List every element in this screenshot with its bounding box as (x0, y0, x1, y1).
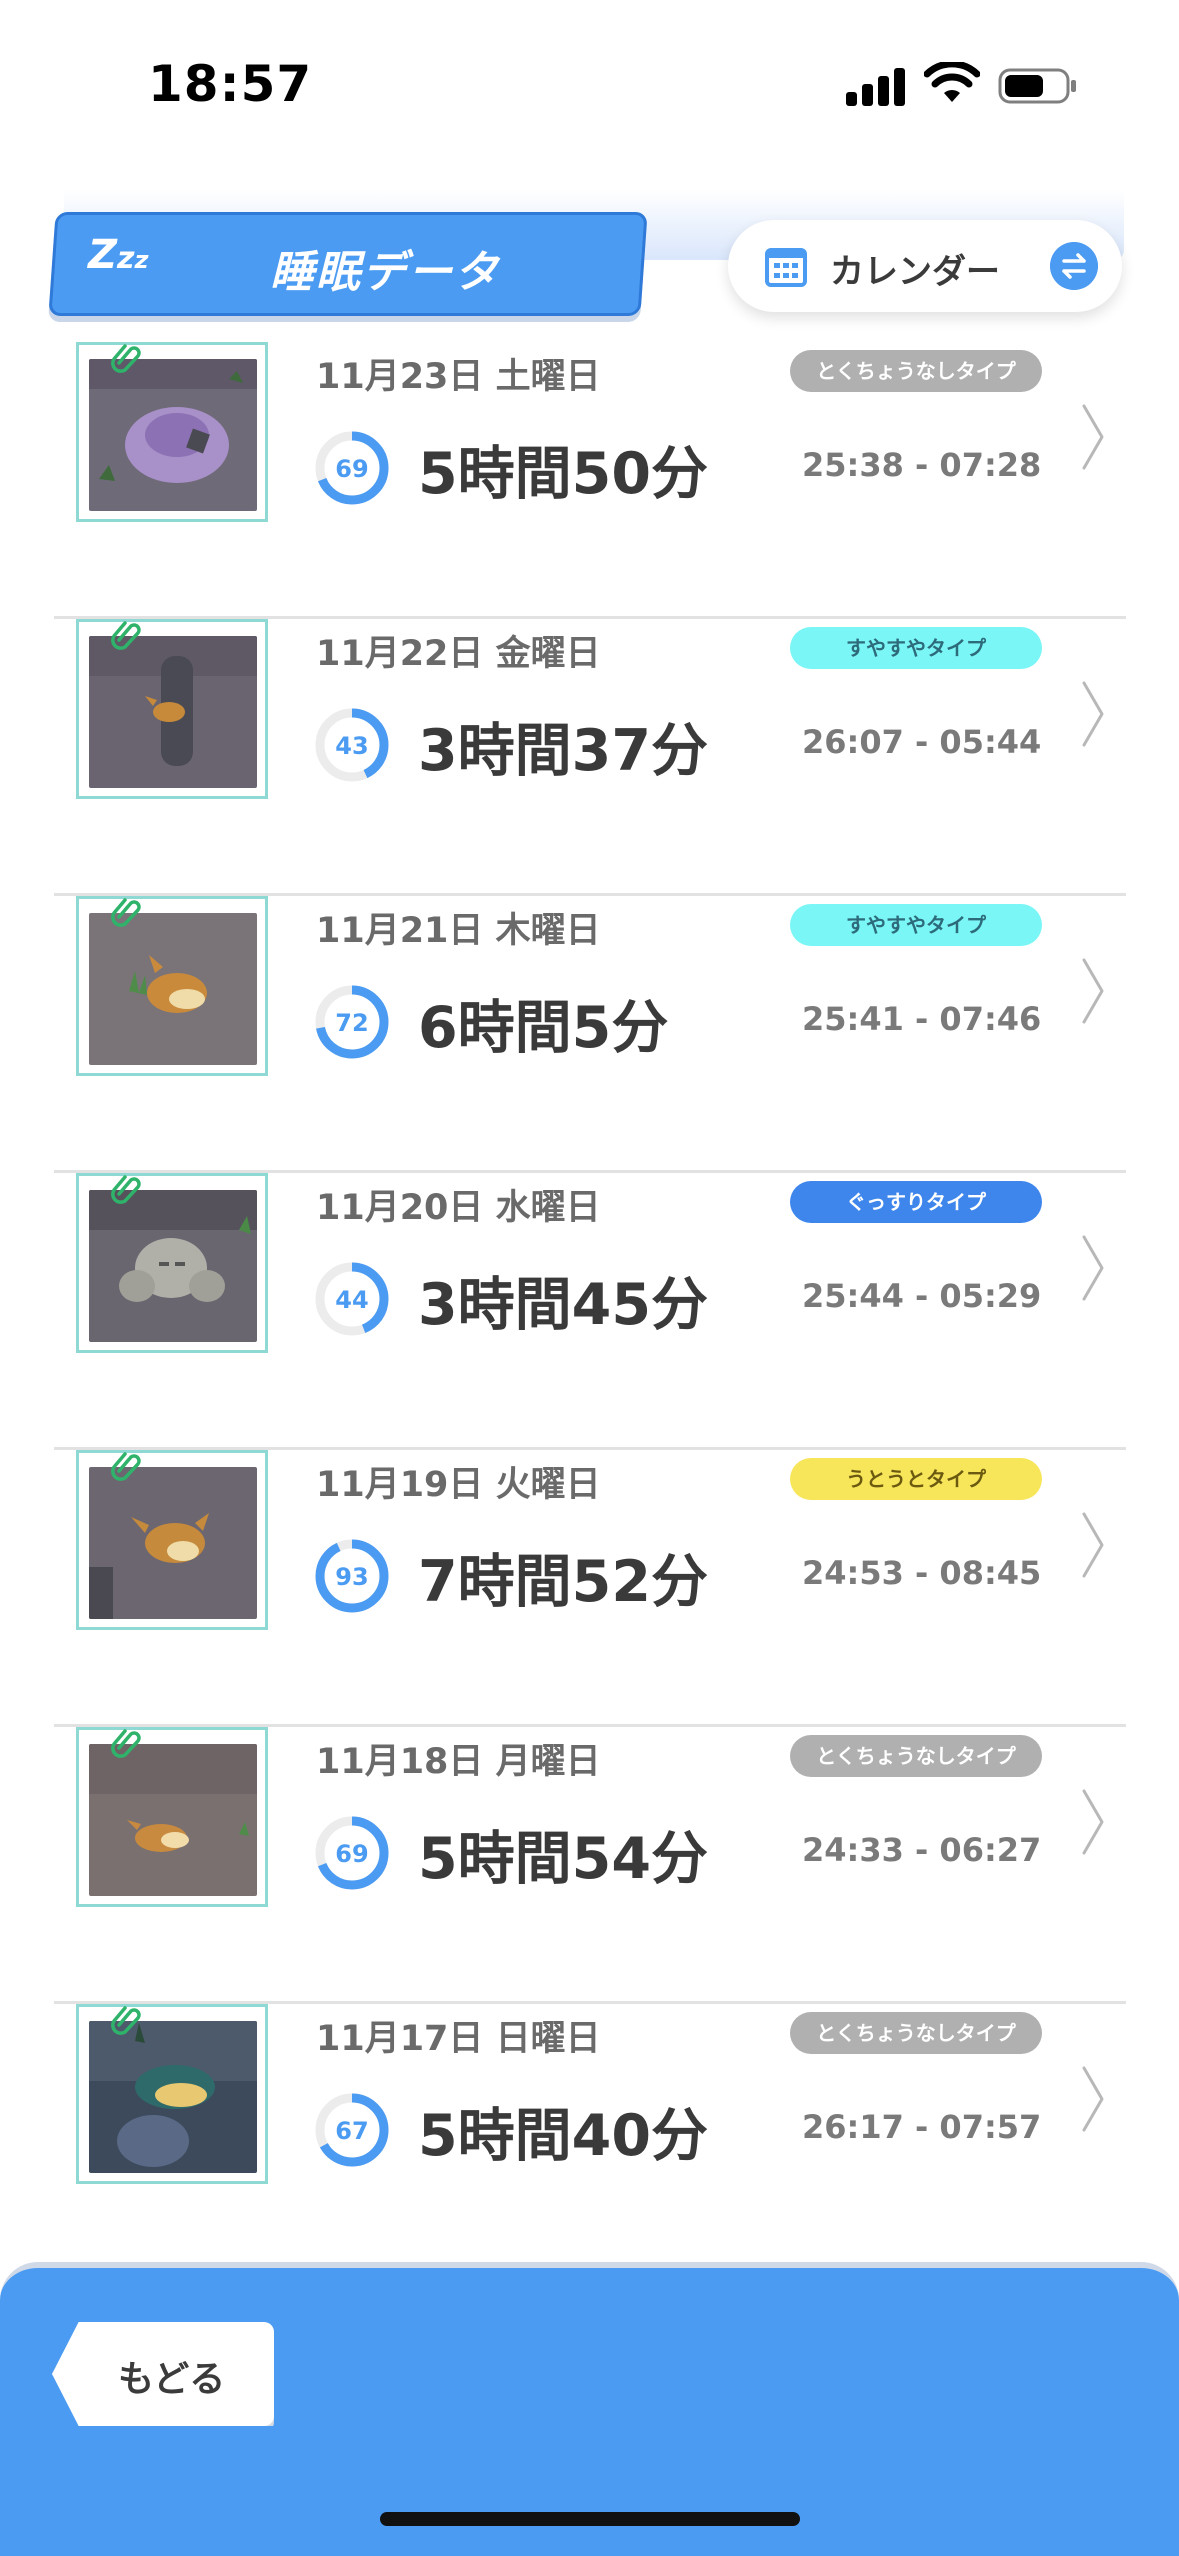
sleep-scene-image (89, 636, 257, 788)
sleep-scene-image (89, 359, 257, 511)
sleep-scene-image (89, 1467, 257, 1619)
battery-icon (998, 68, 1076, 104)
entry-date: 11月17日 日曜日 (316, 2019, 601, 2059)
chevron-right-icon (1082, 1235, 1104, 1301)
paperclip-icon (111, 1175, 141, 1204)
chevron-right-icon (1082, 681, 1104, 747)
sleep-duration: 5時間50分 (418, 441, 708, 507)
sleep-score-ring: 69 (315, 1816, 389, 1890)
sleep-duration: 3時間45分 (418, 1272, 708, 1338)
sleep-scene-image (89, 913, 257, 1065)
status-time: 18:57 (148, 55, 313, 113)
back-button-label: もどる (118, 2359, 226, 2400)
sleep-duration: 5時間54分 (418, 1826, 708, 1892)
sleep-scene-image (89, 2021, 257, 2173)
entry-date: 11月22日 金曜日 (316, 634, 601, 674)
entry-thumbnail (76, 2004, 268, 2184)
sleep-time-range: 25:41 - 07:46 (802, 1000, 1042, 1038)
sleep-score: 43 (335, 732, 368, 760)
sleep-time-range: 25:44 - 05:29 (802, 1277, 1042, 1315)
paperclip-icon (111, 344, 141, 373)
zzz-icon: Zzz (88, 232, 149, 278)
paperclip-icon (111, 2006, 141, 2035)
chevron-right-icon (1082, 404, 1104, 470)
calendar-icon (765, 248, 807, 287)
sleep-time-range: 25:38 - 07:28 (802, 446, 1042, 484)
entry-date: 11月20日 水曜日 (316, 1188, 601, 1228)
signal-icon (846, 66, 906, 106)
sleep-type-badge: ぐっすりタイプ (790, 1181, 1042, 1223)
paperclip-icon (111, 621, 141, 650)
sleep-score-ring: 72 (315, 985, 389, 1059)
entry-thumbnail (76, 1450, 268, 1630)
status-bar: 18:57 (0, 0, 1179, 170)
sleep-type-badge: とくちょうなしタイプ (790, 1735, 1042, 1777)
sleep-time-range: 26:17 - 07:57 (802, 2108, 1042, 2146)
wifi-icon (924, 62, 980, 102)
sleep-score: 69 (335, 455, 368, 483)
sleep-entry-row[interactable]: 11月18日 月曜日 69 5時間54分 とくちょうなしタイプ 24:33 - … (54, 1727, 1126, 2004)
sleep-score: 93 (335, 1563, 368, 1591)
sleep-type-badge: うとうとタイプ (790, 1458, 1042, 1500)
chevron-right-icon (1082, 1789, 1104, 1855)
entry-thumbnail (76, 1727, 268, 1907)
sleep-entry-row[interactable]: 11月20日 水曜日 44 3時間45分 ぐっすりタイプ 25:44 - 05:… (54, 1173, 1126, 1450)
sleep-entry-row[interactable]: 11月17日 日曜日 67 5時間40分 とくちょうなしタイプ 26:17 - … (54, 2004, 1126, 2281)
entry-thumbnail (76, 1173, 268, 1353)
paperclip-icon (111, 1729, 141, 1758)
sleep-scene-image (89, 1744, 257, 1896)
page-title: 睡眠データ (270, 247, 500, 298)
sleep-time-range: 24:53 - 08:45 (802, 1554, 1042, 1592)
entry-thumbnail (76, 342, 268, 522)
sleep-duration: 3時間37分 (418, 718, 708, 784)
sleep-score-ring: 69 (315, 431, 389, 505)
sleep-score-ring: 43 (315, 708, 389, 782)
sleep-type-badge: とくちょうなしタイプ (790, 2012, 1042, 2054)
sleep-duration: 5時間40分 (418, 2103, 708, 2169)
sleep-entry-row[interactable]: 11月22日 金曜日 43 3時間37分 すやすやタイプ 26:07 - 05:… (54, 619, 1126, 896)
paperclip-icon (111, 1452, 141, 1481)
sleep-time-range: 26:07 - 05:44 (802, 723, 1042, 761)
back-button[interactable]: もどる (52, 2322, 274, 2426)
calendar-label: カレンダー (830, 252, 1000, 292)
sleep-score: 69 (335, 1840, 368, 1868)
sleep-type-badge: とくちょうなしタイプ (790, 350, 1042, 392)
sleep-duration: 7時間52分 (418, 1549, 708, 1615)
home-indicator (380, 2512, 800, 2526)
calendar-button[interactable]: カレンダー (728, 220, 1122, 312)
sleep-entry-row[interactable]: 11月21日 木曜日 72 6時間5分 すやすやタイプ 25:41 - 07:4… (54, 896, 1126, 1173)
sleep-time-range: 24:33 - 06:27 (802, 1831, 1042, 1869)
sleep-type-badge: すやすやタイプ (790, 627, 1042, 669)
sleep-type-badge: すやすやタイプ (790, 904, 1042, 946)
sleep-score-ring: 93 (315, 1539, 389, 1613)
sleep-score: 67 (335, 2117, 368, 2145)
sleep-score: 72 (335, 1009, 368, 1037)
entry-date: 11月21日 木曜日 (316, 911, 601, 951)
sleep-entry-row[interactable]: 11月23日 土曜日 69 5時間50分 とくちょうなしタイプ 25:38 - … (54, 342, 1126, 619)
entry-date: 11月19日 火曜日 (316, 1465, 601, 1505)
entry-thumbnail (76, 619, 268, 799)
chevron-right-icon (1082, 2066, 1104, 2132)
entry-date: 11月18日 月曜日 (316, 1742, 601, 1782)
paperclip-icon (111, 898, 141, 927)
swap-icon (1050, 242, 1098, 290)
sleep-scene-image (89, 1190, 257, 1342)
sleep-score: 44 (335, 1286, 368, 1314)
entry-thumbnail (76, 896, 268, 1076)
sleep-score-ring: 44 (315, 1262, 389, 1336)
sleep-entry-row[interactable]: 11月19日 火曜日 93 7時間52分 うとうとタイプ 24:53 - 08:… (54, 1450, 1126, 1727)
sleep-duration: 6時間5分 (418, 995, 669, 1061)
entry-date: 11月23日 土曜日 (316, 357, 601, 397)
chevron-right-icon (1082, 1512, 1104, 1578)
chevron-right-icon (1082, 958, 1104, 1024)
sleep-score-ring: 67 (315, 2093, 389, 2167)
